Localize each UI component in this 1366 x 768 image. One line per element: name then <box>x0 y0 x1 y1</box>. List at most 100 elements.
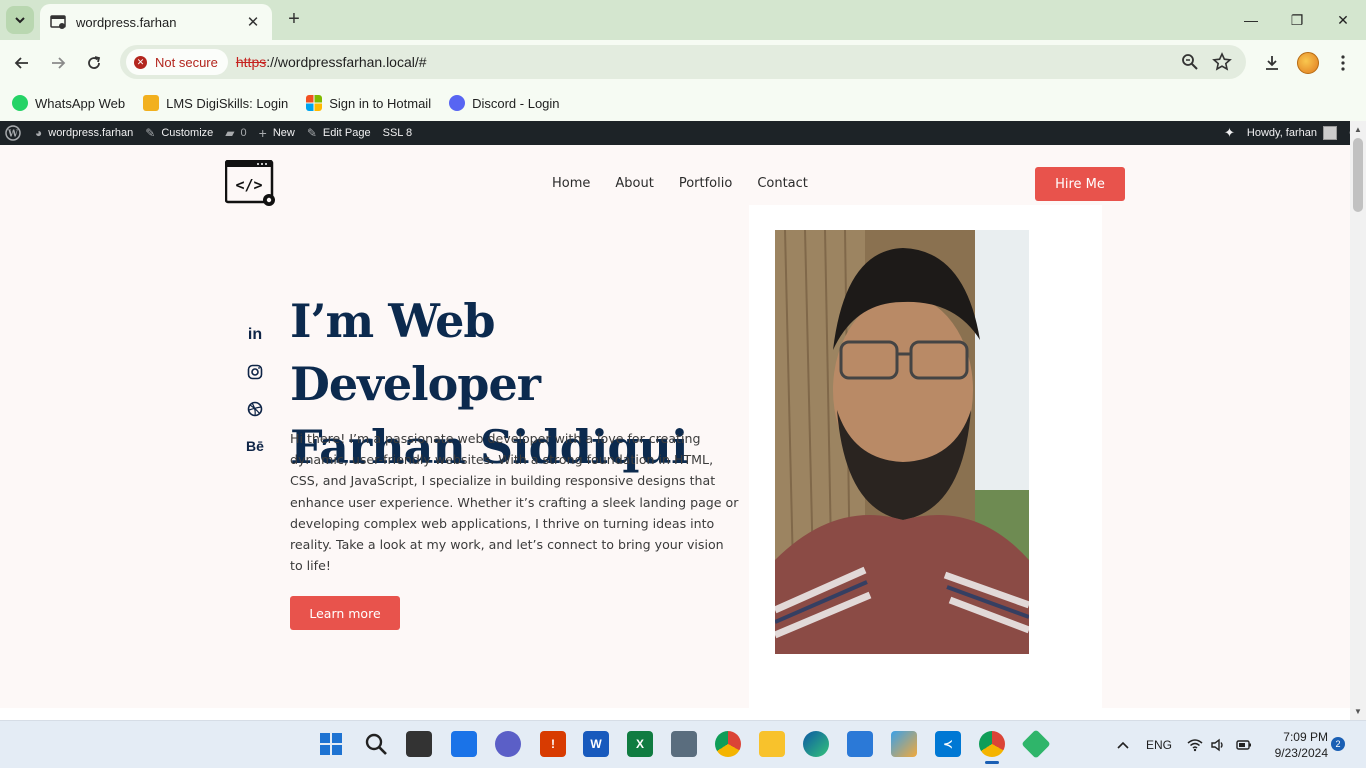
adminbar-ai-sparkle-icon[interactable]: ✦ <box>1218 121 1241 145</box>
adminbar-customize[interactable]: ✎ Customize <box>139 121 219 145</box>
admin-avatar <box>1323 126 1337 140</box>
nav-portfolio[interactable]: Portfolio <box>679 176 732 191</box>
hire-me-button[interactable]: Hire Me <box>1035 167 1125 201</box>
close-window-icon[interactable]: ✕ <box>1333 10 1353 30</box>
search-icon[interactable] <box>363 731 389 757</box>
ssl-label: SSL 8 <box>382 127 413 139</box>
active-tab[interactable]: wordpress.farhan ✕ <box>40 4 272 40</box>
system-clock[interactable]: 7:09 PM 9/23/2024 <box>1262 729 1328 761</box>
site-name-label: wordpress.farhan <box>48 127 134 139</box>
howdy-label: Howdy, farhan <box>1246 127 1317 139</box>
restore-icon[interactable]: ❐ <box>1287 10 1307 30</box>
bookmark-discord[interactable]: Discord - Login <box>449 95 560 111</box>
minimize-icon[interactable]: — <box>1241 10 1261 30</box>
chrome-profile-icon[interactable] <box>979 731 1005 757</box>
edit-page-label: Edit Page <box>322 127 371 139</box>
notification-badge[interactable]: 2 <box>1331 737 1345 751</box>
bookmark-star-icon[interactable] <box>1212 52 1232 72</box>
kebab-menu-icon[interactable] <box>1331 51 1355 75</box>
chrome-icon[interactable] <box>715 731 741 757</box>
nav-contact[interactable]: Contact <box>757 176 808 191</box>
download-icon[interactable] <box>1260 51 1284 75</box>
back-icon[interactable] <box>9 50 35 76</box>
scroll-up-icon[interactable]: ▲ <box>1354 125 1362 134</box>
whatsapp-icon <box>12 95 28 111</box>
zoom-icon[interactable] <box>1180 52 1200 72</box>
nav-about[interactable]: About <box>615 176 653 191</box>
wp-admin-bar: W ◕ wordpress.farhan ✎ Customize ▰ 0 + N… <box>0 121 1366 145</box>
scrollbar-thumb[interactable] <box>1353 138 1363 212</box>
svg-text:W: W <box>7 130 19 140</box>
teams-chat-icon[interactable] <box>495 731 521 757</box>
notepad-icon[interactable] <box>847 731 873 757</box>
bookmark-hotmail[interactable]: Sign in to Hotmail <box>306 95 431 111</box>
adminbar-edit-page[interactable]: ✎ Edit Page <box>301 121 377 145</box>
profile-photo <box>775 230 1029 654</box>
file-explorer-icon[interactable] <box>759 731 785 757</box>
next-section-edge <box>0 708 1350 720</box>
forward-icon[interactable] <box>45 50 71 76</box>
site-logo-code-icon[interactable]: </> <box>225 160 279 208</box>
battery-icon[interactable] <box>1236 721 1252 768</box>
hero-description: Hi there! I’m a passionate web developer… <box>290 431 739 574</box>
url-text[interactable]: https://wordpressfarhan.local/# <box>236 54 427 70</box>
adminbar-ssl[interactable]: SSL 8 <box>377 121 419 145</box>
new-tab-button[interactable]: + <box>282 8 306 32</box>
tab-title: wordpress.farhan <box>76 14 177 30</box>
bookmark-lms[interactable]: LMS DigiSkills: Login <box>143 95 288 111</box>
security-label: Not secure <box>155 54 218 70</box>
browser-toolbar: ✕ Not secure https://wordpressfarhan.loc… <box>0 40 1366 85</box>
office-app-icon[interactable]: ! <box>540 731 566 757</box>
close-tab-icon[interactable]: ✕ <box>244 13 262 31</box>
scroll-down-icon[interactable]: ▼ <box>1354 707 1362 716</box>
security-chip[interactable]: ✕ Not secure <box>126 49 228 75</box>
calculator-icon[interactable] <box>671 731 697 757</box>
profile-avatar[interactable] <box>1296 51 1320 75</box>
dribbble-icon[interactable] <box>244 398 266 420</box>
discord-icon <box>449 95 466 111</box>
wordpress-logo-icon[interactable]: W <box>0 121 29 145</box>
brush-icon: ✎ <box>145 126 156 140</box>
language-indicator[interactable]: ENG <box>1146 721 1172 768</box>
show-hidden-icons[interactable] <box>1116 721 1130 768</box>
bookmark-whatsapp[interactable]: WhatsApp Web <box>12 95 125 111</box>
instagram-icon[interactable] <box>244 361 266 383</box>
windows-start-icon[interactable] <box>318 731 344 757</box>
behance-icon[interactable]: Bē <box>244 435 266 457</box>
svg-text:</>: </> <box>235 176 262 194</box>
local-wp-icon[interactable] <box>1021 729 1051 759</box>
linkedin-icon[interactable]: in <box>244 324 266 346</box>
vscode-icon[interactable]: ≺ <box>935 731 961 757</box>
widgets-icon[interactable] <box>451 731 477 757</box>
bookmarks-bar: WhatsApp Web LMS DigiSkills: Login Sign … <box>0 85 1366 121</box>
active-app-indicator <box>985 761 999 764</box>
url-scheme: https <box>235 54 267 70</box>
edge-icon[interactable] <box>803 731 829 757</box>
adminbar-site-name[interactable]: ◕ wordpress.farhan <box>29 121 139 145</box>
adminbar-account[interactable]: Howdy, farhan <box>1241 121 1343 145</box>
learn-more-button[interactable]: Learn more <box>290 596 400 630</box>
wifi-icon[interactable] <box>1187 721 1203 768</box>
site-favicon-icon <box>50 15 66 29</box>
task-view-icon[interactable] <box>406 731 432 757</box>
bookmark-label: LMS DigiSkills: Login <box>166 95 289 111</box>
reload-icon[interactable] <box>81 50 107 76</box>
tab-search-button[interactable] <box>6 6 34 34</box>
word-icon[interactable]: W <box>583 731 609 757</box>
clock-time: 7:09 PM <box>1283 730 1328 744</box>
nav-home[interactable]: Home <box>552 176 590 191</box>
adminbar-comments[interactable]: ▰ 0 <box>219 121 252 145</box>
pencil-icon: ✎ <box>306 126 317 140</box>
clock-date: 9/23/2024 <box>1274 746 1328 760</box>
address-bar[interactable]: ✕ Not secure https://wordpressfarhan.loc… <box>120 45 1246 79</box>
volume-icon[interactable] <box>1210 721 1226 768</box>
bookmark-label: Sign in to Hotmail <box>329 95 432 111</box>
page-scrollbar[interactable]: ▲ ▼ <box>1350 121 1366 720</box>
comment-icon: ▰ <box>225 126 235 140</box>
url-host: ://wordpressfarhan.local/# <box>266 54 427 70</box>
adminbar-new[interactable]: + New <box>253 121 301 145</box>
bookmark-label: Discord - Login <box>472 95 560 111</box>
excel-icon[interactable]: X <box>627 731 653 757</box>
paint-icon[interactable] <box>891 731 917 757</box>
dashboard-icon: ◕ <box>35 126 43 140</box>
